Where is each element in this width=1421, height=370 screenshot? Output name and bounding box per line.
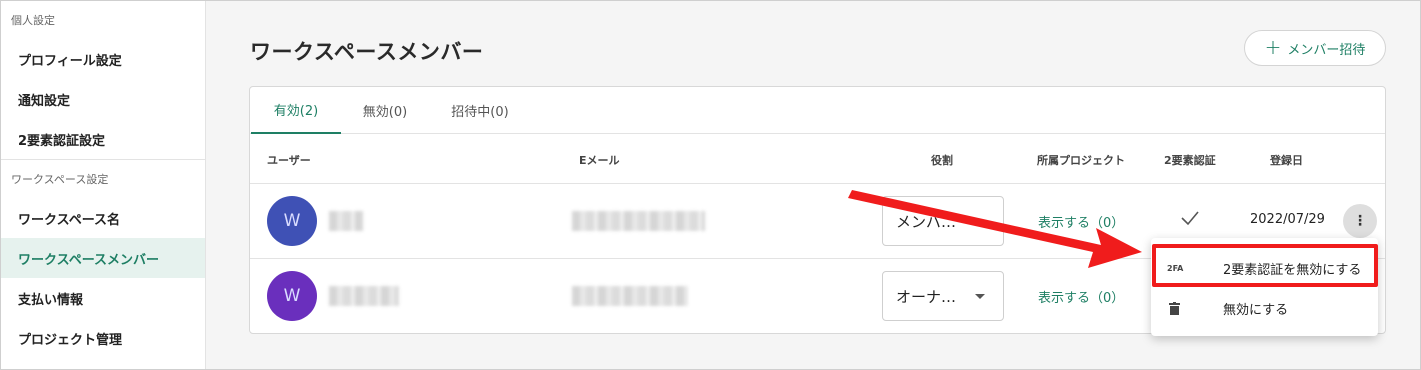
menu-item-label: 2要素認証を無効にする	[1223, 262, 1362, 278]
two-factor-icon: 2FA	[1167, 263, 1184, 273]
role-value: オーナ…	[896, 287, 957, 306]
row-context-menu: 2FA 2要素認証を無効にする 無効にする	[1151, 238, 1378, 336]
page-title: ワークスペースメンバー	[250, 40, 484, 64]
personal-settings-section: 個人設定	[11, 14, 55, 27]
role-select[interactable]: メンバ…	[882, 196, 1004, 246]
redacted-user-name	[329, 211, 363, 231]
projects-link[interactable]: 表示する（0）	[1038, 212, 1124, 231]
sidebar-item-two-factor[interactable]: 2要素認証設定	[1, 119, 205, 159]
tab-invited[interactable]: 招待中(0)	[430, 87, 530, 134]
column-header-projects: 所属プロジェクト	[1037, 154, 1125, 167]
sidebar-item-workspace-members[interactable]: ワークスペースメンバー	[1, 238, 205, 278]
avatar: W	[267, 196, 317, 246]
sidebar-item-profile[interactable]: プロフィール設定	[1, 39, 205, 79]
redacted-email	[572, 211, 705, 231]
sidebar-item-billing[interactable]: 支払い情報	[1, 278, 205, 318]
member-tabs: 有効(2) 無効(0) 招待中(0)	[250, 87, 1385, 134]
sidebar-item-workspace-name[interactable]: ワークスペース名	[1, 198, 205, 238]
more-options-button[interactable]: ⋮	[1343, 204, 1377, 238]
column-header-user: ユーザー	[267, 154, 311, 167]
column-header-registered: 登録日	[1270, 154, 1303, 167]
sidebar-item-project-management[interactable]: プロジェクト管理	[1, 318, 205, 358]
tab-inactive[interactable]: 無効(0)	[342, 87, 428, 134]
redacted-email	[572, 286, 688, 306]
role-value: メンバ…	[896, 212, 957, 231]
check-icon	[1181, 211, 1199, 226]
column-header-email: Eメール	[579, 154, 620, 167]
tab-active[interactable]: 有効(2)	[251, 87, 341, 134]
workspace-settings-section: ワークスペース設定	[11, 173, 109, 186]
invite-member-label: メンバー招待	[1287, 42, 1366, 58]
column-header-two-factor: 2要素認証	[1164, 154, 1216, 167]
menu-item-disable-2fa[interactable]: 2FA 2要素認証を無効にする	[1151, 246, 1378, 290]
column-header-role: 役割	[931, 154, 953, 167]
invite-member-button[interactable]: + メンバー招待	[1244, 30, 1386, 66]
menu-item-deactivate[interactable]: 無効にする	[1151, 286, 1378, 330]
sidebar-item-notifications[interactable]: 通知設定	[1, 79, 205, 119]
role-select[interactable]: オーナ…	[882, 271, 1004, 321]
redacted-user-name	[329, 286, 399, 306]
avatar: W	[267, 271, 317, 321]
registered-date: 2022/07/29	[1250, 212, 1325, 227]
sidebar: 個人設定 プロフィール設定 通知設定 2要素認証設定 ワークスペース設定 ワーク…	[1, 1, 206, 369]
more-vert-icon: ⋮	[1353, 213, 1367, 229]
table-header: ユーザー Eメール 役割 所属プロジェクト 2要素認証 登録日	[250, 135, 1385, 184]
trash-icon	[1169, 302, 1180, 315]
dropdown-caret-icon	[975, 294, 985, 299]
projects-link[interactable]: 表示する（0）	[1038, 287, 1124, 306]
plus-icon: +	[1264, 35, 1282, 59]
menu-item-label: 無効にする	[1223, 302, 1289, 318]
